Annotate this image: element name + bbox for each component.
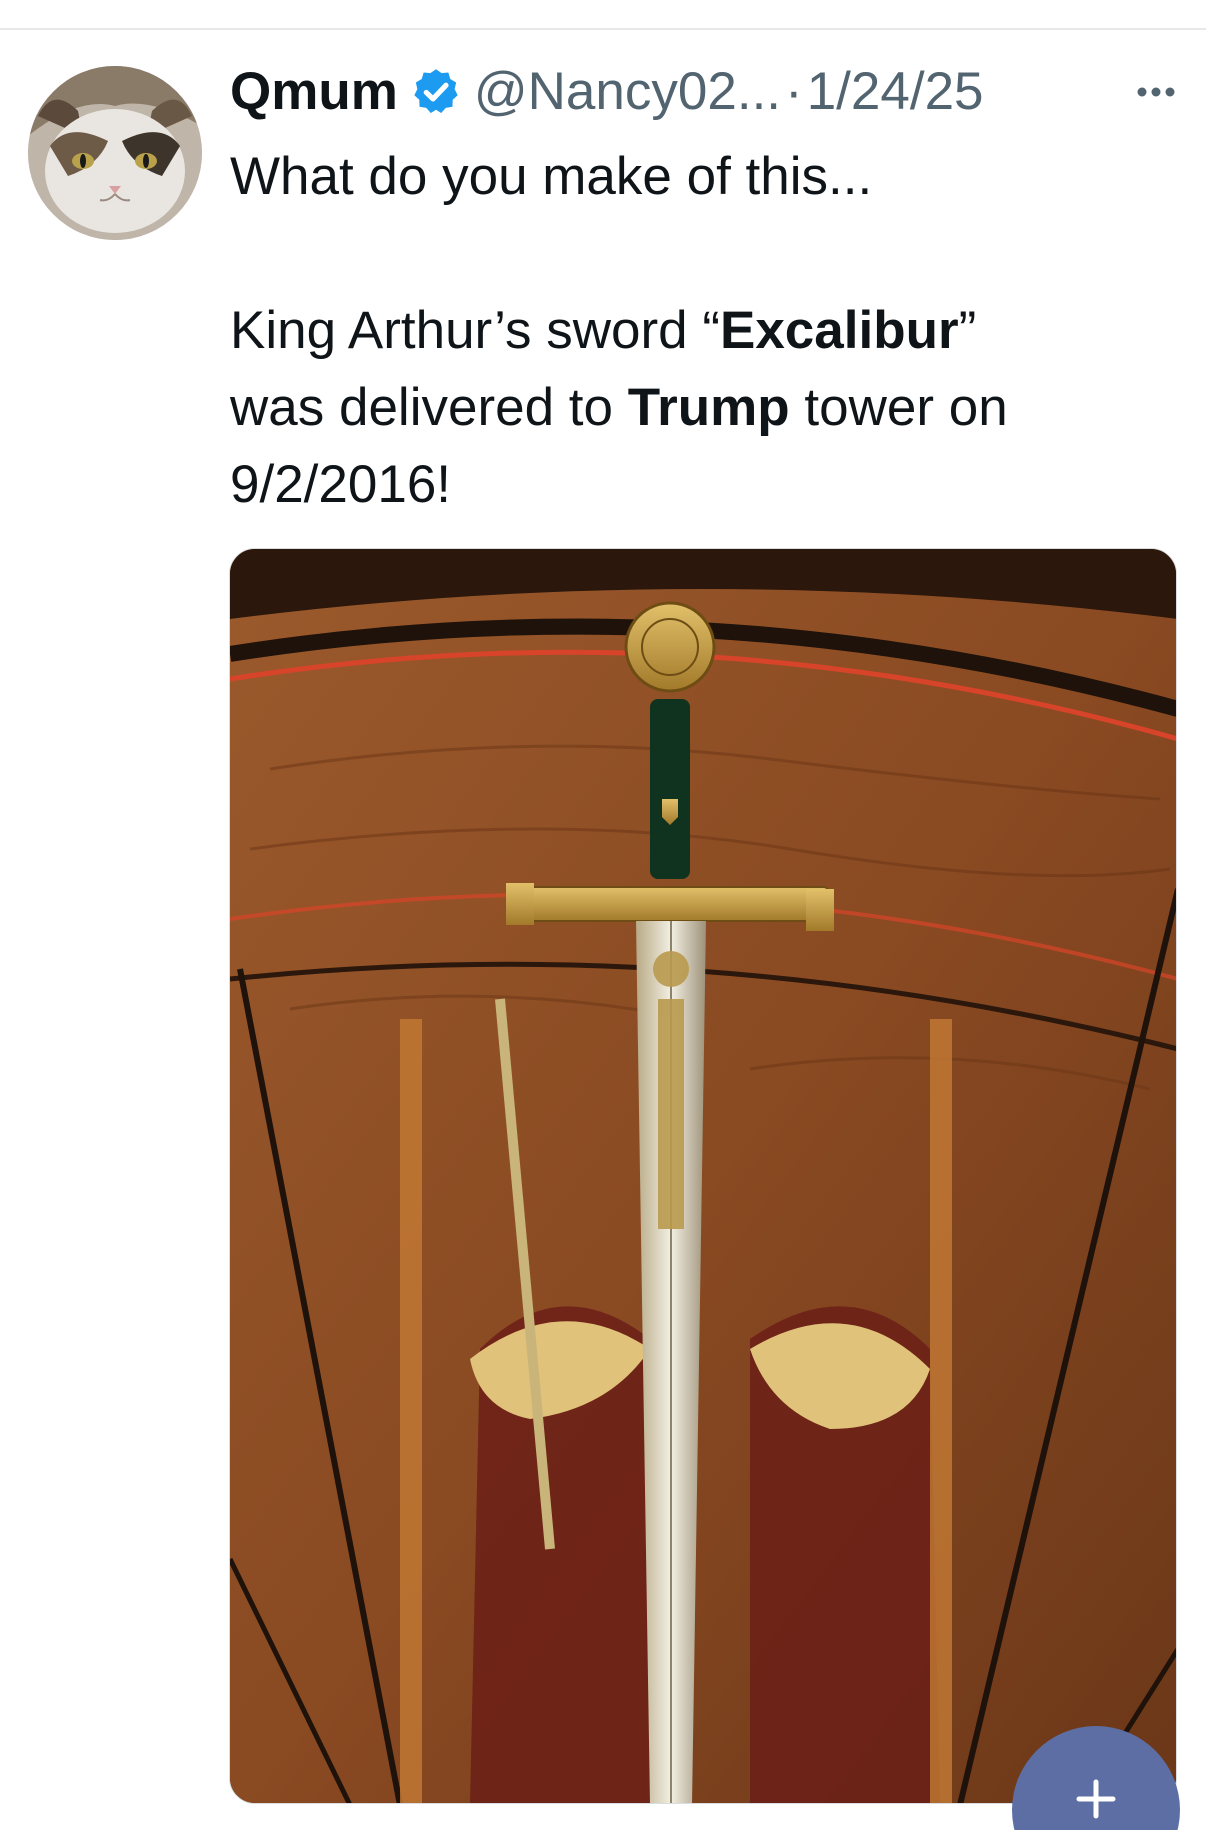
tweet-paragraph-2-line-2: was delivered to Trump tower on	[230, 369, 1170, 446]
verified-badge-icon	[414, 69, 458, 114]
post-header: Qmum @Nancy02... · 1/24/25	[230, 60, 1180, 124]
plus-icon	[1076, 1779, 1116, 1819]
text-fragment: ”	[958, 301, 977, 360]
post-media-image[interactable]	[229, 548, 1177, 1804]
handle[interactable]: @Nancy02...	[474, 60, 781, 124]
text-fragment: King Arthur’s sword “	[230, 301, 720, 360]
tweet-line-1: What do you make of this...	[230, 147, 873, 206]
tweet-paragraph-2-line-3: 9/2/2016!	[230, 455, 452, 514]
sword-on-table-image	[230, 549, 1176, 1803]
text-fragment: was delivered to	[230, 378, 628, 437]
tweet-paragraph-2: King Arthur’s sword “Excalibur”	[230, 292, 1170, 369]
bold-excalibur: Excalibur	[719, 301, 959, 360]
avatar[interactable]	[28, 66, 202, 240]
cat-avatar-image	[28, 66, 202, 240]
display-name[interactable]: Qmum	[230, 60, 398, 124]
top-divider	[0, 28, 1206, 30]
separator-dot: ·	[785, 62, 803, 121]
timestamp[interactable]: 1/24/25	[807, 60, 984, 124]
bold-trump: Trump	[627, 378, 790, 437]
more-options-button[interactable]	[1132, 68, 1180, 116]
tweet-text: What do you make of this... King Arthur’…	[230, 138, 1170, 523]
more-horizontal-icon	[1137, 87, 1175, 97]
text-fragment: tower on	[789, 378, 1008, 437]
